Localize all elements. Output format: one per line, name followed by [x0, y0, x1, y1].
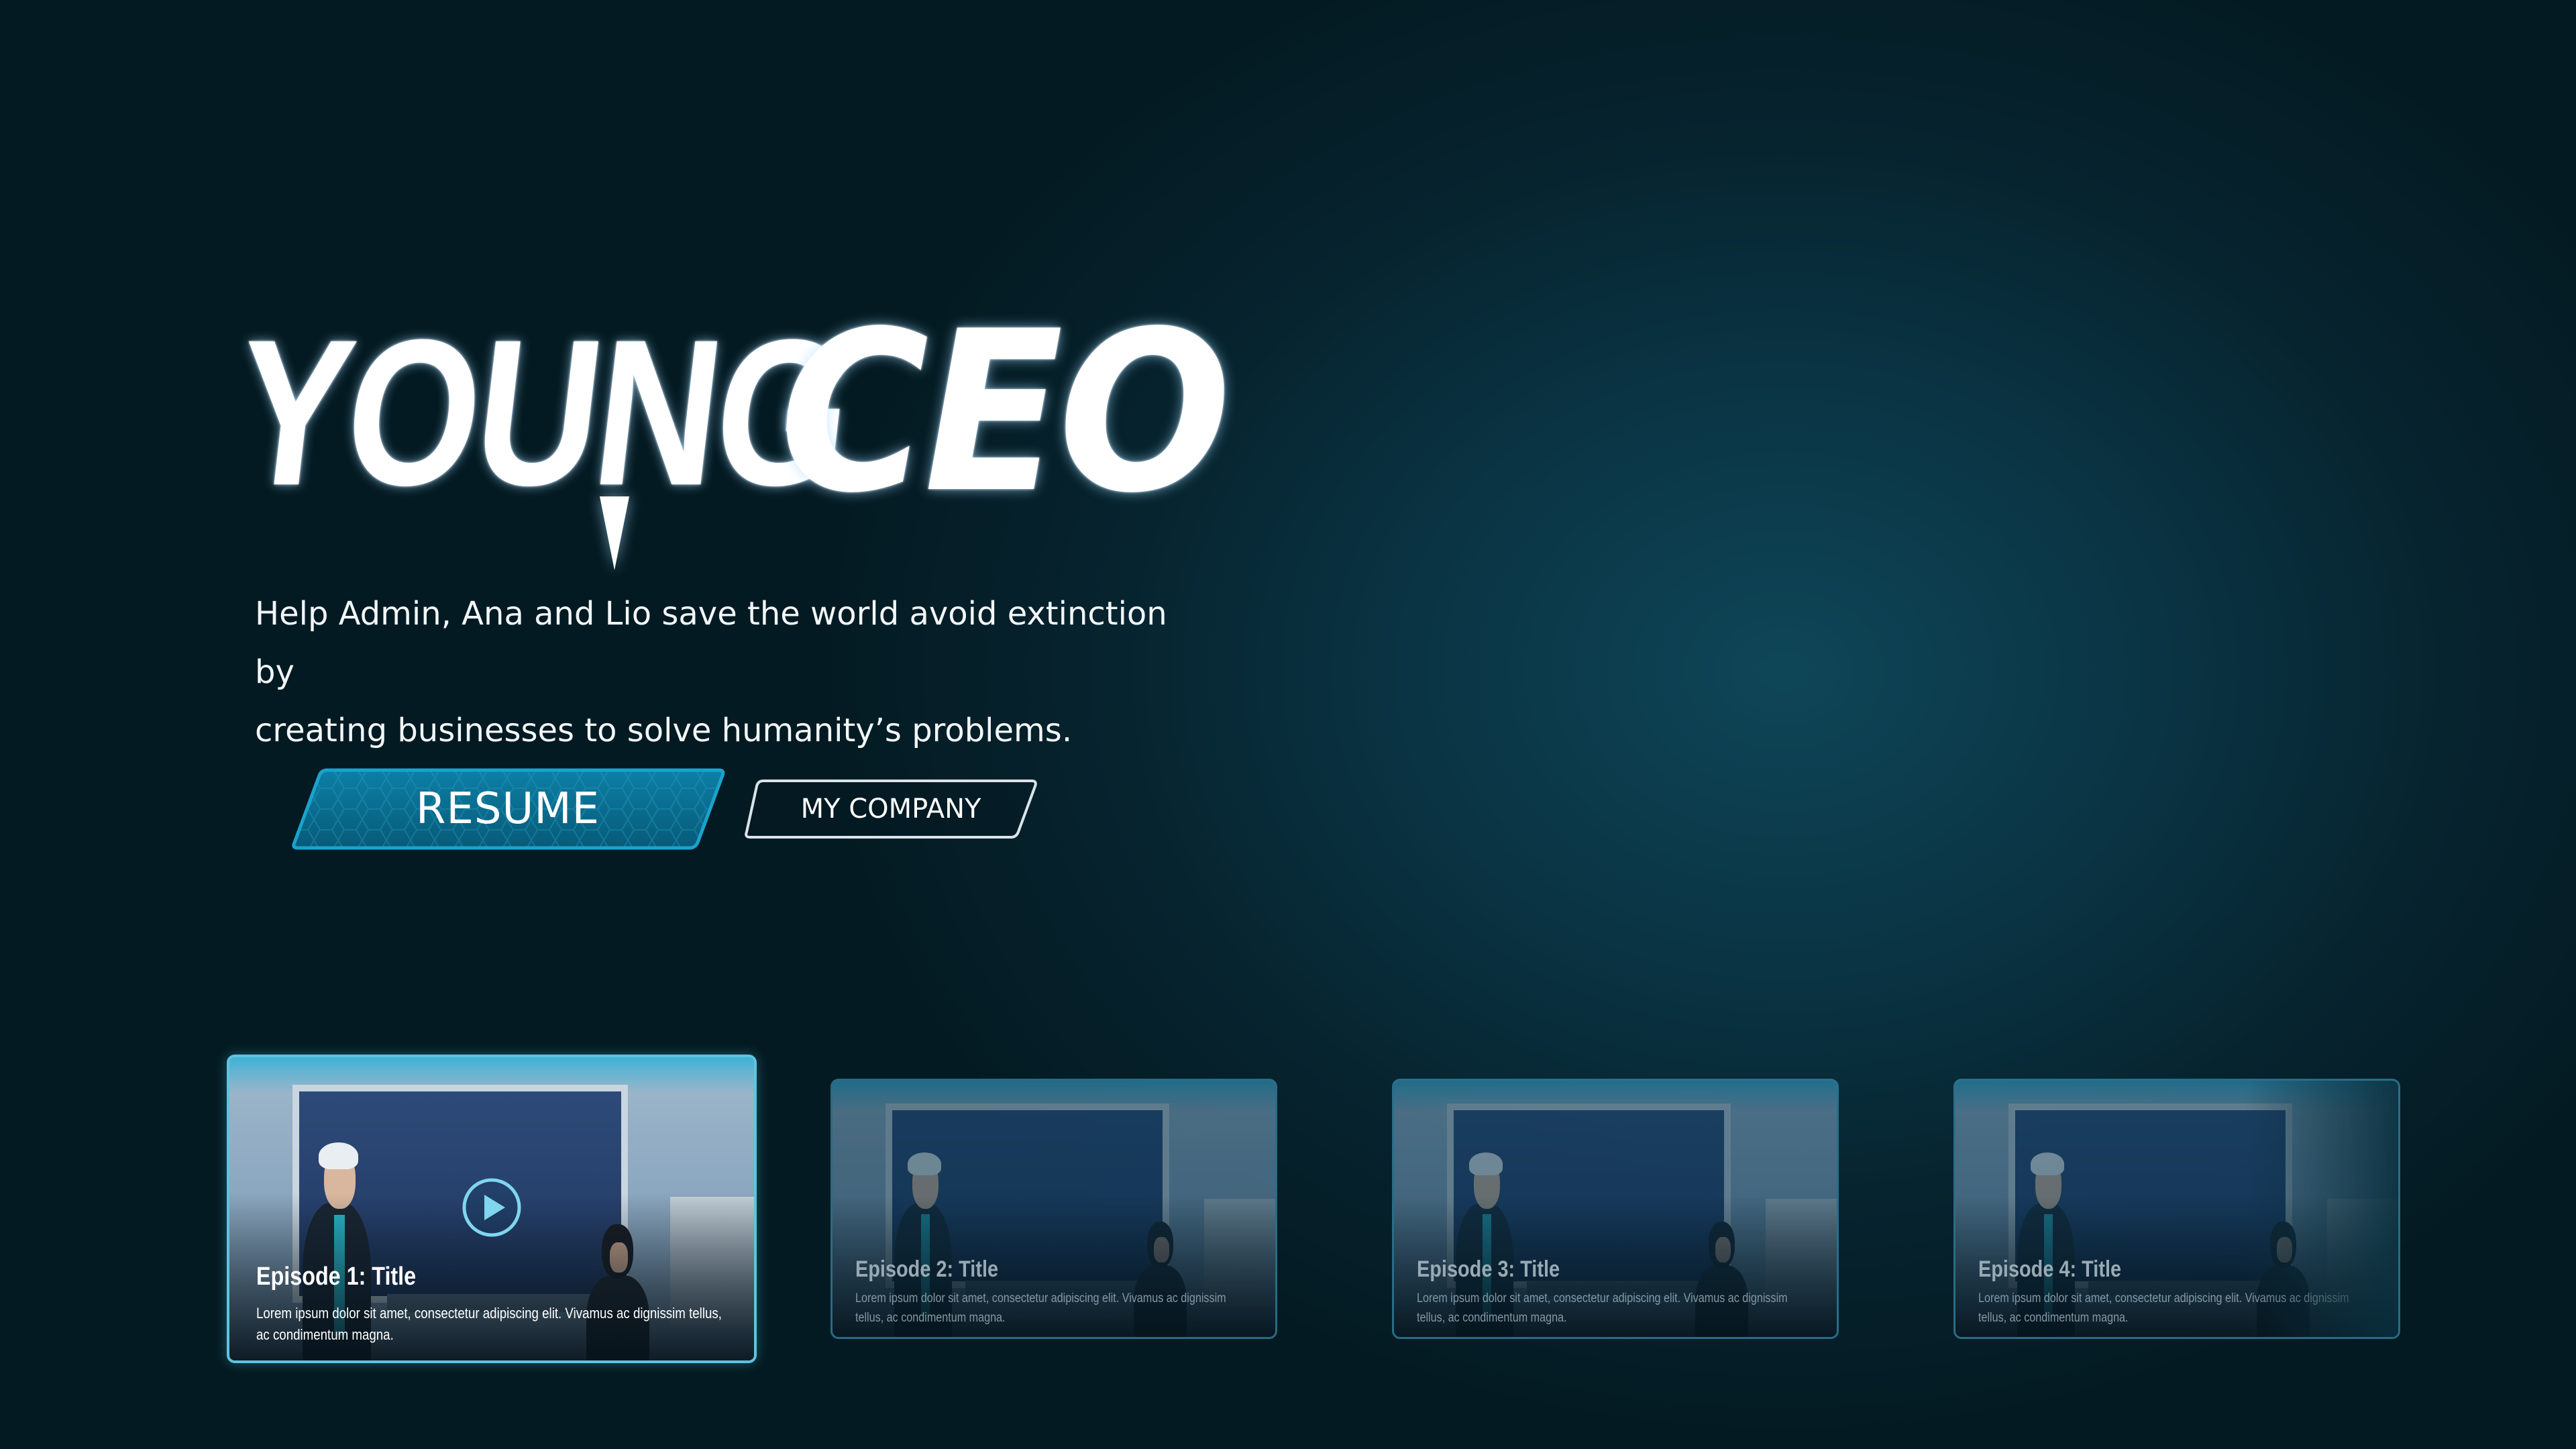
my-company-button-label: MY COMPANY: [800, 794, 981, 824]
my-company-button[interactable]: MY COMPANY: [743, 778, 1038, 840]
episode-1-title: Episode 1: Title: [256, 1263, 417, 1291]
description-line-1: Help Admin, Ana and Lio save the world a…: [255, 595, 1167, 691]
play-icon[interactable]: [461, 1177, 523, 1238]
game-description: Help Admin, Ana and Lio save the world a…: [255, 585, 1208, 760]
logo-spike-decoration: [600, 496, 629, 570]
description-line-2: creating businesses to solve humanity’s …: [255, 712, 1073, 749]
episode-card-4[interactable]: Episode 4: Title Lorem ipsum dolor sit a…: [1953, 1079, 2400, 1339]
episode-2-description: Lorem ipsum dolor sit amet, consectetur …: [855, 1291, 1226, 1325]
carousel-edge-fade: [2243, 1081, 2398, 1337]
episode-3-title: Episode 3: Title: [1417, 1256, 1560, 1282]
resume-button-label: RESUME: [415, 784, 600, 834]
logo-word-ceo: CEO: [780, 284, 1232, 541]
episode-1-description: Lorem ipsum dolor sit amet, consectetur …: [256, 1305, 722, 1343]
logo-word-young: YOUNG: [224, 296, 860, 529]
episode-3-description: Lorem ipsum dolor sit amet, consectetur …: [1417, 1291, 1788, 1325]
episode-card-2[interactable]: Episode 2: Title Lorem ipsum dolor sit a…: [830, 1079, 1277, 1339]
episode-4-title: Episode 4: Title: [1978, 1256, 2122, 1282]
episode-card-3[interactable]: Episode 3: Title Lorem ipsum dolor sit a…: [1392, 1079, 1839, 1339]
game-logo: YOUNG CEO: [224, 295, 1232, 570]
episode-card-1[interactable]: Episode 1: Title Lorem ipsum dolor sit a…: [227, 1055, 757, 1363]
episode-2-title: Episode 2: Title: [855, 1256, 999, 1282]
resume-button[interactable]: RESUME: [290, 767, 726, 851]
